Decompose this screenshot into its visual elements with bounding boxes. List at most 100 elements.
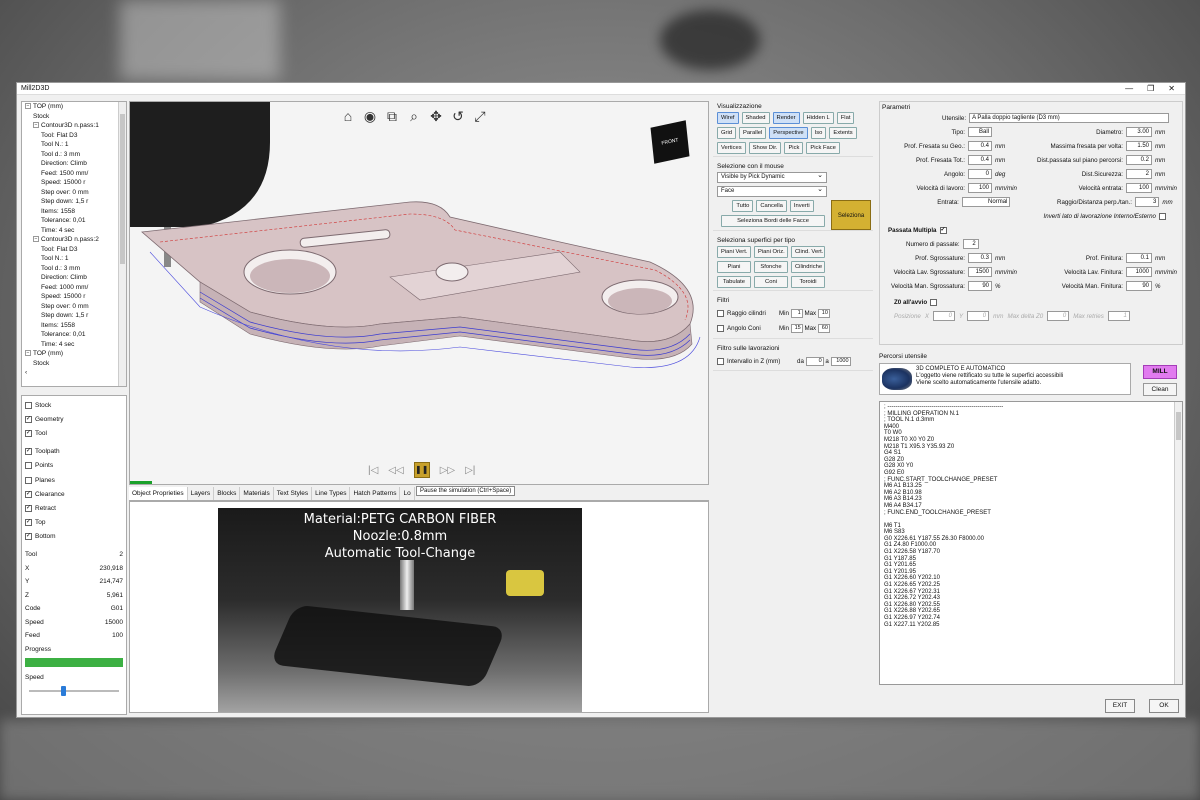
param-input[interactable]: Normal <box>961 197 1011 207</box>
param-input[interactable]: 100 <box>1126 183 1152 193</box>
view-perspective-button[interactable]: Perspective <box>769 127 808 139</box>
pos-x-input[interactable]: 0 <box>932 311 955 321</box>
option-clearance[interactable]: ✓ Clearance <box>25 487 123 501</box>
view-grid-button[interactable]: Grid <box>717 127 736 139</box>
num-passate-input[interactable]: 2 <box>962 239 979 249</box>
tree-toggle[interactable]: − <box>25 103 31 110</box>
param-input[interactable]: 0.1 <box>1126 253 1152 263</box>
param-input[interactable]: 1500 <box>968 267 992 277</box>
view-shaded-button[interactable]: Shaded <box>741 112 770 124</box>
surface-toroidi-button[interactable]: Toroidi <box>791 276 825 288</box>
inverti-checkbox[interactable] <box>1159 212 1166 220</box>
maximize-button[interactable]: ❐ <box>1147 84 1154 93</box>
option-checkbox[interactable] <box>25 401 32 409</box>
option-checkbox[interactable]: ✓ <box>25 490 32 498</box>
strategy-dropdown[interactable]: 3D COMPLETO E AUTOMATICO L'oggetto viene… <box>879 363 1131 395</box>
option-tool[interactable]: ✓ Tool <box>25 426 123 440</box>
option-retract[interactable]: ✓ Retract <box>25 501 123 515</box>
surface-piani-button[interactable]: Piani <box>717 261 751 273</box>
tab-layers[interactable]: Layers <box>188 487 215 500</box>
angolo-min-input[interactable]: 15 <box>790 324 803 333</box>
option-stock[interactable]: Stock <box>25 398 123 412</box>
tree-toggle[interactable]: − <box>25 350 31 357</box>
tree-node[interactable]: Step down: 1,5 r <box>22 311 126 321</box>
tree-node[interactable]: Feed: 1000 mm/ <box>22 283 126 293</box>
tree-node[interactable]: Speed: 15000 r <box>22 292 126 302</box>
tree-node[interactable]: − TOP (mm) <box>22 349 126 359</box>
gcode-output[interactable]: ; --------------------------------------… <box>879 401 1183 685</box>
tab-text-styles[interactable]: Text Styles <box>274 487 313 500</box>
view-vertices-button[interactable]: Vertices <box>717 142 746 154</box>
param-input[interactable]: Ball <box>968 127 992 137</box>
tree-node[interactable]: Tool: Flat D3 <box>22 131 126 141</box>
option-top[interactable]: ✓ Top <box>25 516 123 530</box>
tree-node[interactable]: Feed: 1500 mm/ <box>22 169 126 179</box>
sim-back-button[interactable]: ◁◁ <box>388 465 403 476</box>
raggio-cilindri-checkbox[interactable] <box>717 310 724 317</box>
tab-hatch-patterns[interactable]: Hatch Patterns <box>350 487 401 500</box>
surface-piani-vert--button[interactable]: Piani Vert. <box>717 246 751 258</box>
exit-button[interactable]: EXIT <box>1105 699 1135 713</box>
invert-selection-button[interactable]: Inverti <box>789 200 814 212</box>
option-bottom[interactable]: ✓ Bottom <box>25 530 123 544</box>
tree-node[interactable]: Tolerance: 0,01 <box>22 330 126 340</box>
param-input[interactable]: 0.2 <box>1126 155 1152 165</box>
option-checkbox[interactable]: ✓ <box>25 504 32 512</box>
entity-type-dropdown[interactable]: Face <box>717 185 827 197</box>
option-checkbox[interactable]: ✓ <box>25 415 32 423</box>
tree-node[interactable]: Tool N.: 1 <box>22 254 126 264</box>
tab-object-proprieties[interactable]: Object Proprieties <box>129 487 188 500</box>
clear-selection-button[interactable]: Cancella <box>756 200 787 212</box>
passata-multipla-checkbox[interactable]: ✓ <box>939 226 947 234</box>
option-checkbox[interactable]: ✓ <box>25 533 32 541</box>
option-toolpath[interactable]: ✓ Toolpath <box>25 445 123 459</box>
mill-button[interactable]: MILL <box>1143 365 1177 379</box>
pick-mode-dropdown[interactable]: Visible by Pick Dynamic <box>717 171 827 183</box>
tree-node[interactable]: Tool: Flat D3 <box>22 245 126 255</box>
clean-button[interactable]: Clean <box>1143 383 1177 396</box>
sim-pause-button[interactable]: ❚❚ <box>413 462 430 478</box>
tree-node[interactable]: Step down: 1,5 r <box>22 197 126 207</box>
raggio-max-input[interactable]: 10 <box>817 309 830 318</box>
close-button[interactable]: ✕ <box>1168 84 1175 93</box>
select-all-button[interactable]: Tutto <box>732 200 754 212</box>
param-input[interactable]: 1.50 <box>1126 141 1152 151</box>
option-points[interactable]: Points <box>25 459 123 473</box>
tree-node[interactable]: Stock <box>22 112 126 122</box>
sim-last-button[interactable]: ▷| <box>465 465 475 476</box>
param-input[interactable]: 0.4 <box>968 155 992 165</box>
gcode-scrollbar[interactable] <box>1174 402 1182 684</box>
view-render-button[interactable]: Render <box>772 112 800 124</box>
tree-node[interactable]: Tolerance: 0,01 <box>22 216 126 226</box>
sim-forward-button[interactable]: ▷▷ <box>440 465 455 476</box>
tree-node[interactable]: Stock <box>22 359 126 369</box>
3d-viewport[interactable]: ⌂ ◉ ⧉ ⌕ ✥ ↺ ⤢ FRONT |◁ ◁◁ ❚❚ ▷▷ ▷| <box>129 101 709 485</box>
option-planes[interactable]: Planes <box>25 473 123 487</box>
max-retries-input[interactable]: 1 <box>1107 311 1130 321</box>
ok-button[interactable]: OK <box>1149 699 1179 713</box>
surface-coni-button[interactable]: Coni <box>754 276 788 288</box>
z-from-input[interactable]: 0 <box>805 356 824 366</box>
view-hidden-l-button[interactable]: Hidden L <box>802 112 834 124</box>
tree-node[interactable]: Speed: 15000 r <box>22 178 126 188</box>
tree-node[interactable]: − Contour3D n.pass:2 <box>22 235 126 245</box>
z-to-input[interactable]: 1000 <box>830 356 851 366</box>
view-pick-button[interactable]: Pick <box>784 142 804 154</box>
select-face-edges-button[interactable]: Seleziona Bordi delle Facce <box>721 215 825 227</box>
tree-node[interactable]: Items: 1558 <box>22 321 126 331</box>
tree-node[interactable]: Time: 4 sec <box>22 226 126 236</box>
option-checkbox[interactable] <box>25 462 32 470</box>
param-input[interactable]: 100 <box>968 183 992 193</box>
tab-materials[interactable]: Materials <box>240 487 274 500</box>
tree-node[interactable]: Items: 1558 <box>22 207 126 217</box>
view-pick-face-button[interactable]: Pick Face <box>806 142 840 154</box>
max-delta-input[interactable]: 0 <box>1047 311 1070 321</box>
operations-tree[interactable]: − TOP (mm) Stock − Contour3D n.pass:1 Tool: F… <box>21 101 127 387</box>
view-iso-button[interactable]: Iso <box>810 127 827 139</box>
seleziona-button[interactable]: Seleziona <box>831 200 871 230</box>
z0-checkbox[interactable] <box>930 298 938 306</box>
view-parallel-button[interactable]: Parallel <box>738 127 767 139</box>
tab-blocks[interactable]: Blocks <box>214 487 241 500</box>
param-input[interactable]: 2 <box>1126 169 1152 179</box>
option-checkbox[interactable]: ✓ <box>25 448 32 456</box>
